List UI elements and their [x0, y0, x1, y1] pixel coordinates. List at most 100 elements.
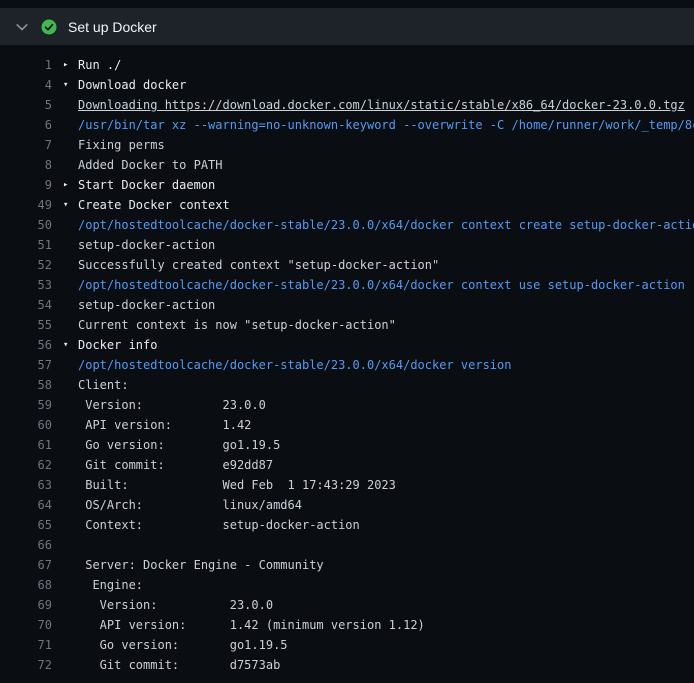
log-text: Server: Docker Engine - Community — [52, 555, 694, 575]
log-text: Go version: go1.19.5 — [52, 635, 694, 655]
log-line: 57/opt/hostedtoolcache/docker-stable/23.… — [8, 355, 694, 375]
log-text: API version: 1.42 (minimum version 1.12) — [52, 615, 694, 635]
log-line: 54setup-docker-action — [8, 295, 694, 315]
line-number[interactable]: 68 — [8, 575, 52, 595]
log-text: Git commit: e92dd87 — [52, 455, 694, 475]
line-number[interactable]: 49 — [8, 195, 52, 215]
log-line: 69 Version: 23.0.0 — [8, 595, 694, 615]
log-line: 68 Engine: — [8, 575, 694, 595]
log-group-header[interactable]: ▸Run ./ — [52, 55, 694, 75]
line-number[interactable]: 6 — [8, 115, 52, 135]
group-expanded-icon[interactable]: ▾ — [63, 75, 68, 95]
log-text: Git commit: d7573ab — [52, 655, 694, 675]
group-collapsed-icon[interactable]: ▸ — [63, 175, 68, 195]
line-number[interactable]: 5 — [8, 95, 52, 115]
log-text: Successfully created context "setup-dock… — [52, 255, 694, 275]
log-text: Version: 23.0.0 — [52, 395, 694, 415]
log-lines: 1▸Run ./4▾Download docker5Downloading ht… — [8, 55, 694, 675]
line-number[interactable]: 57 — [8, 355, 52, 375]
line-number[interactable]: 7 — [8, 135, 52, 155]
log-group-header[interactable]: ▾Create Docker context — [52, 195, 694, 215]
log-line: 61 Go version: go1.19.5 — [8, 435, 694, 455]
step-title: Set up Docker — [68, 19, 157, 35]
line-number[interactable]: 54 — [8, 295, 52, 315]
log-text: Added Docker to PATH — [52, 155, 694, 175]
log-line: 63 Built: Wed Feb 1 17:43:29 2023 — [8, 475, 694, 495]
log-group-header[interactable]: ▸Start Docker daemon — [52, 175, 694, 195]
log-line: 70 API version: 1.42 (minimum version 1.… — [8, 615, 694, 635]
log-text: /usr/bin/tar xz --warning=no-unknown-key… — [52, 115, 694, 135]
line-number[interactable]: 52 — [8, 255, 52, 275]
line-number[interactable]: 64 — [8, 495, 52, 515]
group-expanded-icon[interactable]: ▾ — [63, 335, 68, 355]
log-line: 50/opt/hostedtoolcache/docker-stable/23.… — [8, 215, 694, 235]
log-line: 51setup-docker-action — [8, 235, 694, 255]
log-line: 9▸Start Docker daemon — [8, 175, 694, 195]
line-number[interactable]: 53 — [8, 275, 52, 295]
log-line: 7Fixing perms — [8, 135, 694, 155]
line-number[interactable]: 58 — [8, 375, 52, 395]
success-check-icon — [41, 19, 57, 35]
log-line: 60 API version: 1.42 — [8, 415, 694, 435]
group-collapsed-icon[interactable]: ▸ — [63, 55, 68, 75]
log-text: Fixing perms — [52, 135, 694, 155]
log-line: 62 Git commit: e92dd87 — [8, 455, 694, 475]
log-line: 6/usr/bin/tar xz --warning=no-unknown-ke… — [8, 115, 694, 135]
line-number[interactable]: 66 — [8, 535, 52, 555]
log-text — [52, 535, 694, 555]
log-line: 66 — [8, 535, 694, 555]
line-number[interactable]: 60 — [8, 415, 52, 435]
log-line: 58Client: — [8, 375, 694, 395]
chevron-down-icon[interactable] — [14, 19, 30, 35]
download-url-link[interactable]: https://download.docker.com/linux/static… — [165, 98, 685, 112]
log-line: 52Successfully created context "setup-do… — [8, 255, 694, 275]
log-text: OS/Arch: linux/amd64 — [52, 495, 694, 515]
log-text: /opt/hostedtoolcache/docker-stable/23.0.… — [52, 215, 694, 235]
log-line: 5Downloading https://download.docker.com… — [8, 95, 694, 115]
log-line: 72 Git commit: d7573ab — [8, 655, 694, 675]
line-number[interactable]: 4 — [8, 75, 52, 95]
log-line: 67 Server: Docker Engine - Community — [8, 555, 694, 575]
log-line: 53/opt/hostedtoolcache/docker-stable/23.… — [8, 275, 694, 295]
log-text: Go version: go1.19.5 — [52, 435, 694, 455]
line-number[interactable]: 55 — [8, 315, 52, 335]
line-number[interactable]: 50 — [8, 215, 52, 235]
log-text: Client: — [52, 375, 694, 395]
line-number[interactable]: 67 — [8, 555, 52, 575]
log-line: 8Added Docker to PATH — [8, 155, 694, 175]
log-line: 65 Context: setup-docker-action — [8, 515, 694, 535]
log-text: Engine: — [52, 575, 694, 595]
line-number[interactable]: 70 — [8, 615, 52, 635]
log-text: Version: 23.0.0 — [52, 595, 694, 615]
line-number[interactable]: 63 — [8, 475, 52, 495]
log-text: setup-docker-action — [52, 235, 694, 255]
log-text: Context: setup-docker-action — [52, 515, 694, 535]
line-number[interactable]: 61 — [8, 435, 52, 455]
log-line: 64 OS/Arch: linux/amd64 — [8, 495, 694, 515]
log-group-header[interactable]: ▾Docker info — [52, 335, 694, 355]
log-line: 71 Go version: go1.19.5 — [8, 635, 694, 655]
line-number[interactable]: 62 — [8, 455, 52, 475]
log-line: 59 Version: 23.0.0 — [8, 395, 694, 415]
log-line: 55Current context is now "setup-docker-a… — [8, 315, 694, 335]
log-line: 1▸Run ./ — [8, 55, 694, 75]
log-text: API version: 1.42 — [52, 415, 694, 435]
log-line: 49▾Create Docker context — [8, 195, 694, 215]
group-expanded-icon[interactable]: ▾ — [63, 195, 68, 215]
line-number[interactable]: 51 — [8, 235, 52, 255]
log-text: /opt/hostedtoolcache/docker-stable/23.0.… — [52, 275, 694, 295]
line-number[interactable]: 9 — [8, 175, 52, 195]
log-text: Current context is now "setup-docker-act… — [52, 315, 694, 335]
line-number[interactable]: 8 — [8, 155, 52, 175]
line-number[interactable]: 59 — [8, 395, 52, 415]
line-number[interactable]: 65 — [8, 515, 52, 535]
log-group-header[interactable]: ▾Download docker — [52, 75, 694, 95]
line-number[interactable]: 71 — [8, 635, 52, 655]
log-text: /opt/hostedtoolcache/docker-stable/23.0.… — [52, 355, 694, 375]
line-number[interactable]: 1 — [8, 55, 52, 75]
step-header[interactable]: Set up Docker — [0, 8, 694, 45]
line-number[interactable]: 69 — [8, 595, 52, 615]
log-line: 4▾Download docker — [8, 75, 694, 95]
line-number[interactable]: 56 — [8, 335, 52, 355]
line-number[interactable]: 72 — [8, 655, 52, 675]
